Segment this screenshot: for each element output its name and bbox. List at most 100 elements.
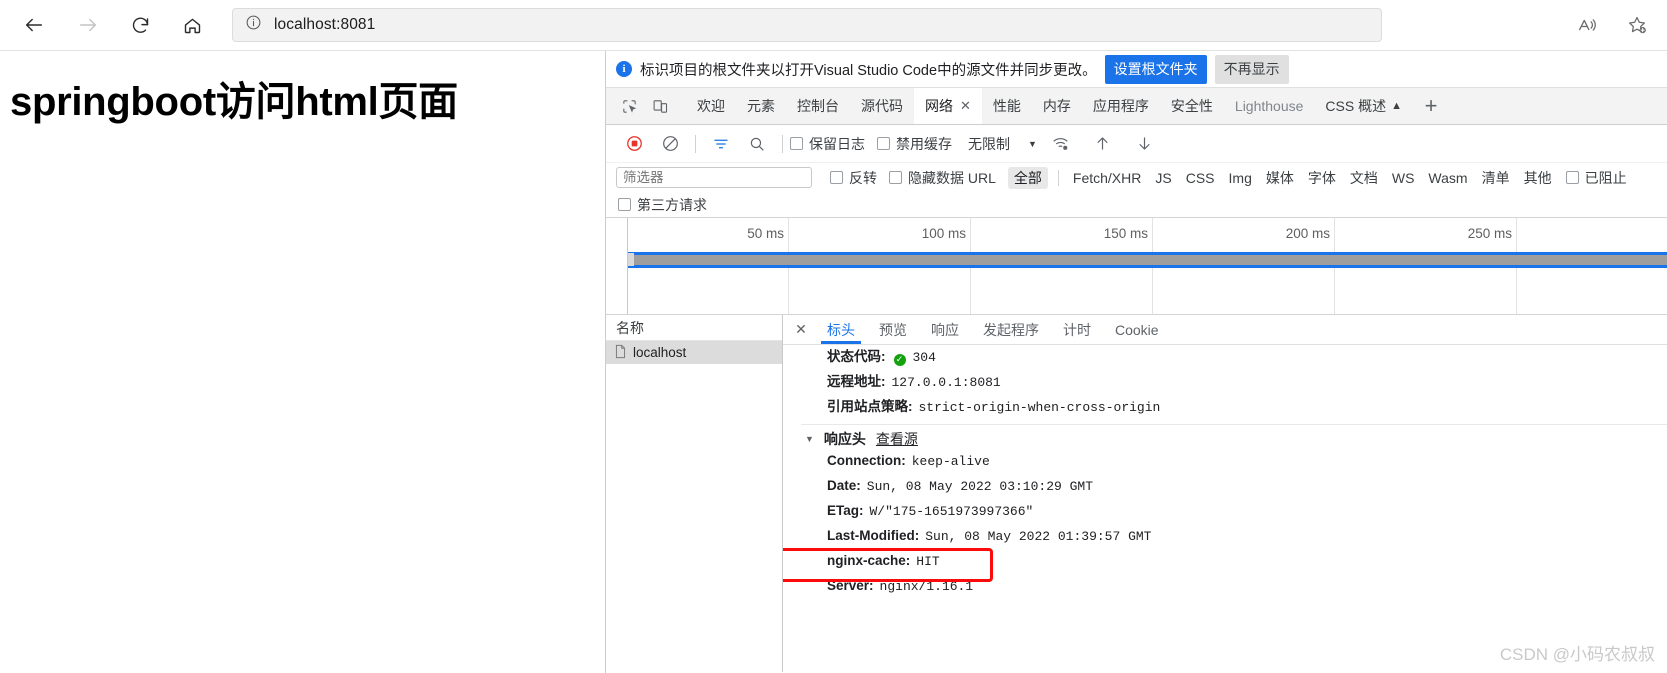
home-icon: [182, 15, 203, 36]
export-har-button[interactable]: [1127, 129, 1163, 159]
invert-checkbox[interactable]: 反转: [830, 168, 877, 188]
browser-toolbar: localhost:8081: [0, 0, 1667, 51]
tab-memory-label: 内存: [1043, 96, 1071, 116]
toolbar-divider-2: [782, 135, 783, 153]
browser-toolbar-right: [1567, 5, 1667, 45]
tab-security[interactable]: 安全性: [1160, 88, 1224, 124]
tab-console[interactable]: 控制台: [786, 88, 850, 124]
header-value: nginx/1.16.1: [880, 579, 974, 594]
invert-label: 反转: [849, 168, 877, 188]
tab-timing[interactable]: 计时: [1051, 315, 1103, 344]
throttling-value: 无限制: [968, 134, 1010, 154]
warning-triangle-icon: ▲: [1391, 100, 1402, 112]
header-key: 状态代码:: [827, 345, 886, 365]
filter-type-all[interactable]: 全部: [1008, 167, 1048, 189]
table-row[interactable]: localhost: [606, 341, 782, 364]
tab-sources[interactable]: 源代码: [850, 88, 914, 124]
tab-elements[interactable]: 元素: [736, 88, 786, 124]
address-bar[interactable]: localhost:8081: [232, 8, 1382, 42]
blocked-requests-checkbox[interactable]: 已阻止: [1566, 168, 1627, 188]
filter-type-img[interactable]: Img: [1223, 169, 1258, 187]
tab-response[interactable]: 响应: [919, 315, 971, 344]
filter-type-ws[interactable]: WS: [1386, 169, 1421, 187]
tab-network[interactable]: 网络 ✕: [914, 88, 982, 124]
request-list-header[interactable]: 名称: [606, 315, 782, 341]
filter-type-css[interactable]: CSS: [1180, 169, 1221, 187]
hide-data-urls-checkbox[interactable]: 隐藏数据 URL: [889, 168, 996, 188]
record-stop-button[interactable]: [616, 129, 652, 159]
network-overview-timeline[interactable]: 50 ms 100 ms 150 ms 200 ms 250 ms: [606, 218, 1667, 315]
timeline-tick-label: 50 ms: [747, 226, 784, 241]
filter-type-fetch-xhr[interactable]: Fetch/XHR: [1067, 169, 1147, 187]
view-source-link[interactable]: 查看源: [876, 429, 918, 449]
site-info-icon[interactable]: [245, 14, 262, 36]
network-conditions-button[interactable]: [1043, 129, 1079, 159]
inspect-element-button[interactable]: [614, 88, 645, 124]
tab-performance[interactable]: 性能: [982, 88, 1032, 124]
forward-button[interactable]: [68, 5, 108, 45]
tab-initiator[interactable]: 发起程序: [971, 315, 1051, 344]
arrow-left-icon: [23, 14, 45, 36]
home-button[interactable]: [172, 5, 212, 45]
network-filter-row: 反转 隐藏数据 URL 全部 Fetch/XHR JS CSS Img 媒体 字…: [606, 163, 1667, 192]
dont-show-again-button[interactable]: 不再显示: [1215, 55, 1289, 84]
tab-network-label: 网络: [925, 96, 953, 116]
filter-divider: [1058, 170, 1059, 186]
header-row-date: Date: Sun, 08 May 2022 03:10:29 GMT: [801, 478, 1667, 503]
filter-type-wasm[interactable]: Wasm: [1422, 169, 1473, 187]
header-row-remote-address: 远程地址: 127.0.0.1:8081: [801, 370, 1667, 395]
filter-input[interactable]: [616, 167, 812, 188]
throttling-dropdown[interactable]: 无限制 ▼: [968, 134, 1037, 154]
hide-data-urls-label: 隐藏数据 URL: [908, 168, 996, 188]
tab-memory[interactable]: 内存: [1032, 88, 1082, 124]
reload-button[interactable]: [120, 5, 160, 45]
third-party-checkbox[interactable]: 第三方请求: [618, 195, 707, 215]
close-detail-button[interactable]: ✕: [787, 315, 815, 344]
close-icon[interactable]: ✕: [960, 98, 971, 114]
response-headers-title: 响应头: [824, 429, 866, 449]
filter-type-doc[interactable]: 文档: [1344, 167, 1384, 189]
import-har-button[interactable]: [1085, 129, 1121, 159]
request-name: localhost: [633, 345, 686, 360]
read-aloud-button[interactable]: [1567, 5, 1607, 45]
device-toolbar-button[interactable]: [645, 88, 676, 124]
tab-cookies[interactable]: Cookie: [1103, 315, 1171, 344]
disable-cache-label: 禁用缓存: [896, 134, 952, 154]
disable-cache-checkbox[interactable]: 禁用缓存: [877, 134, 952, 154]
filter-type-manifest[interactable]: 清单: [1476, 167, 1516, 189]
response-headers-section-header[interactable]: ▼ 响应头 查看源: [801, 424, 1667, 453]
third-party-row: 第三方请求: [606, 192, 1667, 218]
add-favorite-button[interactable]: [1617, 5, 1657, 45]
tab-application[interactable]: 应用程序: [1082, 88, 1160, 124]
tab-welcome[interactable]: 欢迎: [686, 88, 736, 124]
filter-type-other[interactable]: 其他: [1518, 167, 1558, 189]
tab-css-overview[interactable]: CSS 概述 ▲: [1314, 88, 1413, 124]
header-row-connection: Connection: keep-alive: [801, 453, 1667, 478]
tab-preview[interactable]: 预览: [867, 315, 919, 344]
timeline-tick-label: 100 ms: [922, 226, 966, 241]
filter-type-js[interactable]: JS: [1149, 169, 1177, 187]
devtools-infobar: i 标识项目的根文件夹以打开Visual Studio Code中的源文件并同步…: [606, 51, 1667, 88]
filter-type-font[interactable]: 字体: [1302, 167, 1342, 189]
filter-type-media[interactable]: 媒体: [1260, 167, 1300, 189]
back-button[interactable]: [14, 5, 54, 45]
more-tabs-button[interactable]: +: [1413, 88, 1449, 124]
search-button[interactable]: [739, 129, 775, 159]
preserve-log-checkbox[interactable]: 保留日志: [790, 134, 865, 154]
info-icon: i: [616, 61, 632, 77]
clear-network-button[interactable]: [652, 129, 688, 159]
header-key: Connection:: [827, 453, 906, 468]
tab-lighthouse[interactable]: Lighthouse: [1224, 88, 1315, 124]
network-conditions-wifi-icon: [1051, 134, 1070, 153]
tab-headers[interactable]: 标头: [815, 315, 867, 344]
header-key: Server:: [827, 578, 874, 593]
third-party-label: 第三方请求: [637, 195, 707, 215]
export-har-down-arrow-icon: [1135, 134, 1154, 153]
tab-performance-label: 性能: [993, 96, 1021, 116]
network-split-view: 名称 localhost ✕ 标头 预览 响应 发起程序 计时: [606, 315, 1667, 672]
filter-icon: [712, 135, 730, 153]
header-row-referrer-policy: 引用站点策略: strict-origin-when-cross-origin: [801, 395, 1667, 420]
set-root-folder-button[interactable]: 设置根文件夹: [1105, 55, 1207, 84]
toggle-filter-button[interactable]: [703, 129, 739, 159]
blocked-requests-label: 已阻止: [1585, 168, 1627, 188]
